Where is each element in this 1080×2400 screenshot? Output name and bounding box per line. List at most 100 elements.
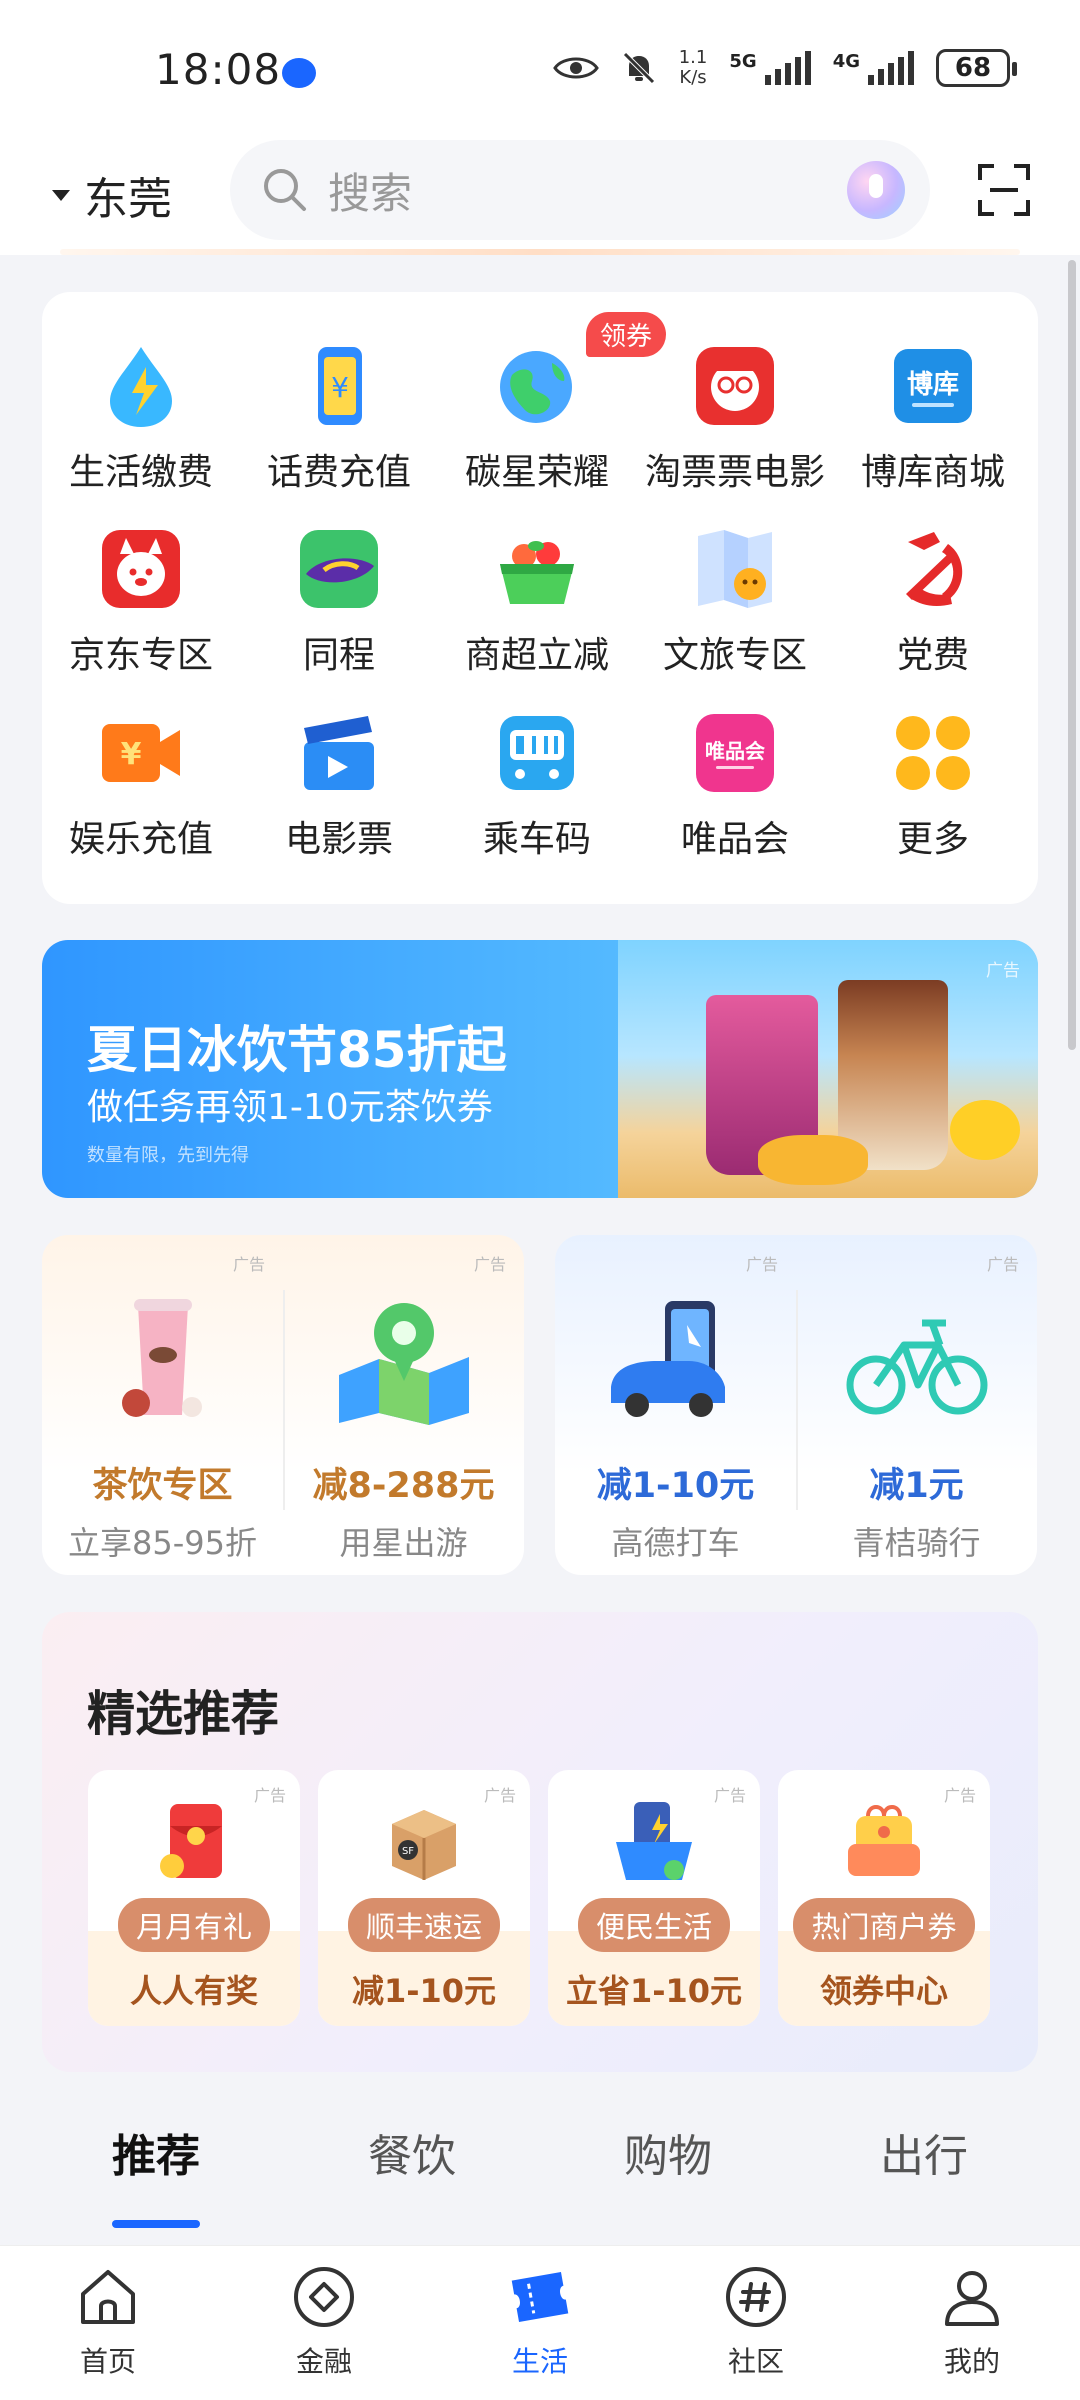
finance-diamond-icon [294,2267,354,2327]
service-transit-code[interactable]: 乘车码 [438,704,636,874]
banner-title: 夏日冰饮节85折起 [87,1021,507,1079]
ad-label: 广告 [986,961,1020,981]
promo-card-right: 广告 减1-10元 高德打车 广告 减1元 青桔骑行 [555,1235,1037,1575]
rubber-duck-image [950,1100,1020,1160]
status-indicators: 1.1 K/s 5G 4G 68 [552,48,1017,88]
promo-star-travel[interactable]: 广告 减8-288元 用星出游 [283,1235,524,1575]
status-time: 18:08 [155,45,282,94]
svg-text:唯品会: 唯品会 [705,739,765,763]
bicycle-image [846,1319,987,1415]
banner-note: 数量有限，先到先得 [87,1145,249,1166]
recommend-section: 精选推荐 广告 月月有礼 人人有奖 广告 SF 顺丰速运 减1-10元 广告 便… [42,1612,1038,2072]
app-notification-icon [282,58,316,88]
earth-icon [500,351,572,423]
section-title: 精选推荐 [87,1686,280,1742]
status-bar: 18:08 1.1 K/s 5G 4G 68 [0,0,1080,130]
transit-qrcode-icon [500,716,574,790]
travel-map-icon [698,530,772,608]
nav-profile[interactable]: 我的 [897,2264,1047,2380]
promo-card-left: 广告 茶饮专区 立享85-95折 广告 减8-288元 用星出游 [42,1235,524,1575]
search-placeholder: 搜索 [328,168,413,218]
taopiaopiao-icon [696,347,774,425]
service-taopiaopiao[interactable]: 淘票票电影 [636,337,834,507]
service-carbon-star[interactable]: 碳星荣耀 [438,337,636,507]
service-bookstore[interactable]: 博库 博库商城 [834,337,1032,507]
promo-banner[interactable]: 夏日冰饮节85折起 做任务再领1-10元茶饮券 数量有限，先到先得 广告 [42,940,1038,1198]
top-header: 东莞 搜索 [0,130,1080,255]
svg-text:¥: ¥ [331,371,349,404]
profile-icon [945,2271,999,2326]
caret-down-icon [52,189,70,201]
tab-recommend[interactable]: 推荐 [56,2120,256,2184]
search-icon [264,169,306,211]
promo-qingju-bike[interactable]: 广告 减1元 青桔骑行 [796,1235,1037,1575]
bookstore-icon: 博库 [894,349,972,423]
tab-shopping[interactable]: 购物 [568,2120,768,2184]
promo-amap-taxi[interactable]: 广告 减1-10元 高德打车 [555,1235,796,1575]
map-pin-image [338,1303,469,1425]
entertainment-topup-icon: ¥ [102,724,180,782]
service-utility-bill[interactable]: 生活缴费 [42,337,240,507]
basket-phone-icon [616,1802,692,1880]
promo-tea-drinks[interactable]: 广告 茶饮专区 立享85-95折 [42,1235,283,1575]
service-travel[interactable]: 文旅专区 [636,520,834,690]
car-phone-image [610,1301,725,1417]
supermarket-basket-icon [500,541,574,604]
scrollbar[interactable] [1068,260,1076,1050]
mute-bell-icon [622,52,655,84]
life-page: 18:08 1.1 K/s 5G 4G 68 东莞 搜索 生活缴费 ¥ 话费充值… [0,0,1080,2400]
rec-monthly-gift[interactable]: 广告 月月有礼 人人有奖 [88,1770,300,2026]
utility-bill-icon [110,347,172,427]
service-supermarket[interactable]: 商超立减 [438,520,636,690]
signal-5g-icon: 5G [729,51,811,85]
rec-convenience-life[interactable]: 广告 便民生活 立省1-10元 [548,1770,760,2026]
mango-image [758,1135,868,1185]
scan-icon[interactable] [976,162,1032,218]
signal-4g-icon: 4G [833,51,914,85]
eye-icon [552,57,599,79]
bottom-navigation: 首页 金融 生活 社区 我的 [0,2245,1080,2400]
tab-dining[interactable]: 餐饮 [312,2120,512,2184]
svg-text:博库: 博库 [907,370,959,400]
service-more[interactable]: 更多 [834,704,1032,874]
phone-topup-icon: ¥ [318,347,362,425]
service-phone-topup[interactable]: ¥ 话费充值 [240,337,438,507]
service-vipshop[interactable]: 唯品会 唯品会 [636,704,834,874]
service-entertainment-topup[interactable]: ¥ 娱乐充值 [42,704,240,874]
banner-subtitle: 做任务再领1-10元茶饮券 [87,1087,493,1128]
active-tab-indicator [112,2220,200,2228]
battery-icon: 68 [936,49,1017,87]
parcel-box-icon: SF [392,1810,456,1880]
milk-tea-image [121,1299,202,1417]
search-input[interactable]: 搜索 [230,140,930,240]
nav-finance[interactable]: 金融 [249,2264,399,2380]
vipshop-icon: 唯品会 [696,714,774,792]
services-grid: 生活缴费 ¥ 话费充值 碳星荣耀 淘票票电影 博库 博库商城 领券 京东专区 同… [42,292,1038,904]
home-icon [81,2270,135,2324]
jd-icon [102,530,180,608]
city-selector[interactable]: 东莞 [52,163,172,227]
service-jd[interactable]: 京东专区 [42,520,240,690]
gift-coupon-icon [848,1805,920,1876]
more-grid-icon [896,716,970,790]
party-emblem-icon [906,532,963,606]
coupon-badge: 领券 [586,312,667,357]
city-label: 东莞 [84,174,172,225]
service-movie-ticket[interactable]: 电影票 [240,704,438,874]
tongcheng-icon [300,530,378,608]
service-tongcheng[interactable]: 同程 [240,520,438,690]
voice-search-icon[interactable] [847,161,905,219]
nav-life[interactable]: 生活 [465,2264,615,2380]
service-party-fee[interactable]: 党费 [834,520,1032,690]
tab-travel[interactable]: 出行 [824,2120,1024,2184]
red-envelope-icon [160,1804,222,1878]
rec-hot-merchant-coupon[interactable]: 广告 热门商户券 领券中心 [778,1770,990,2026]
life-ticket-icon [511,2271,569,2323]
rec-sf-express[interactable]: 广告 SF 顺丰速运 减1-10元 [318,1770,530,2026]
nav-community[interactable]: 社区 [681,2264,831,2380]
clapperboard-icon [304,716,374,790]
nav-home[interactable]: 首页 [33,2264,183,2380]
community-hash-icon [726,2267,786,2327]
category-tabs: 推荐 餐饮 购物 出行 [0,2120,1080,2240]
banner-beach-image [618,940,1038,1198]
